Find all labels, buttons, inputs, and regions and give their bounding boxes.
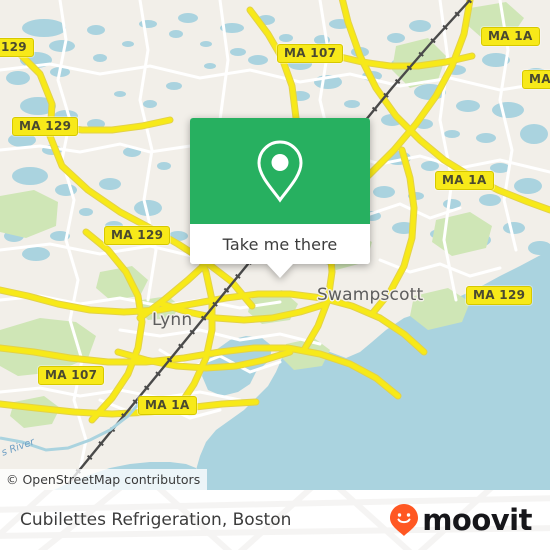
map-canvas[interactable]: Lynn Swampscott s River 129 MA 129 MA 10…	[0, 0, 550, 490]
take-me-there-button[interactable]: Take me there	[190, 224, 370, 264]
callout-body: Take me there	[190, 118, 370, 264]
road-shield-ma129-midleft[interactable]: MA 129	[104, 226, 171, 245]
road-shield-ma1a-bottom[interactable]: MA 1A	[138, 396, 197, 415]
moovit-smiley-pin-icon	[390, 504, 419, 536]
moovit-wordmark: moovit	[422, 502, 532, 537]
road-shield-ma1a-right[interactable]: MA 1A	[435, 171, 494, 190]
map-pin-icon	[257, 140, 303, 203]
road-shield-ma1a-topright[interactable]: MA 1A	[481, 27, 540, 46]
location-callout[interactable]: Take me there	[190, 118, 370, 278]
road-shield-ma129-upperleft[interactable]: MA 129	[12, 117, 79, 136]
osm-attribution[interactable]: © OpenStreetMap contributors	[0, 469, 208, 490]
callout-image-area	[190, 118, 370, 224]
road-shield-ma107-lowerleft[interactable]: MA 107	[38, 366, 105, 385]
moovit-brand[interactable]: moovit	[389, 503, 532, 537]
road-shield-ma129-lowerright[interactable]: MA 129	[466, 286, 533, 305]
map-screenshot: Lynn Swampscott s River 129 MA 129 MA 10…	[0, 0, 550, 550]
road-shield-129-topleft[interactable]: 129	[0, 38, 34, 57]
location-title: Cubilettes Refrigeration, Boston	[20, 510, 292, 530]
road-shield-ma107-top[interactable]: MA 107	[277, 44, 344, 63]
road-shield-ma1-rightedge[interactable]: MA 1	[522, 70, 550, 89]
footer-bar: Cubilettes Refrigeration, Boston moovit	[0, 490, 550, 550]
callout-pointer	[267, 264, 293, 278]
